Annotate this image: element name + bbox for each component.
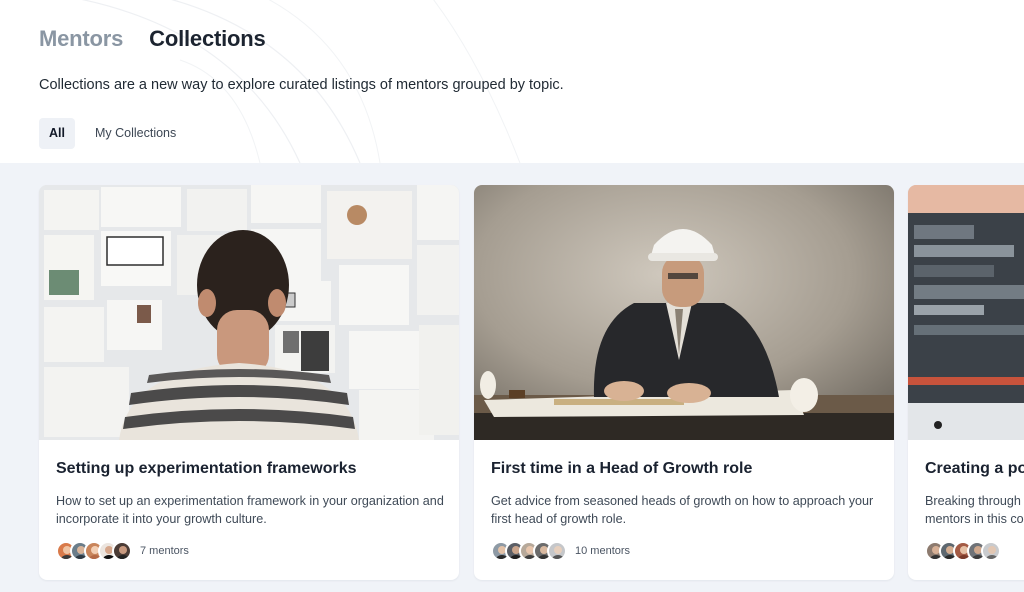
collection-description: Breaking through mentors in this co <box>925 494 1024 526</box>
collection-image <box>474 185 894 440</box>
filter-all[interactable]: All <box>39 118 75 149</box>
mentor-count: 10 mentors <box>575 545 631 557</box>
collection-description: Get advice from seasoned heads of growth… <box>491 494 874 526</box>
collection-card[interactable]: Creating a po Breaking through mentors i… <box>908 185 1024 580</box>
collection-card[interactable]: First time in a Head of Growth role Get … <box>474 185 894 580</box>
collection-image <box>908 185 1024 440</box>
mentor-avatars <box>925 541 1001 561</box>
avatar <box>981 541 1001 561</box>
collection-description: How to set up an experimentation framewo… <box>56 494 444 526</box>
collection-title: Creating a po <box>925 460 1024 477</box>
collection-filters: All My Collections <box>39 118 186 149</box>
collection-mentors <box>925 541 1009 561</box>
collection-title: Setting up experimentation frameworks <box>56 460 357 477</box>
collection-title: First time in a Head of Growth role <box>491 460 753 477</box>
page-subtitle: Collections are a new way to explore cur… <box>39 77 564 93</box>
tab-collections[interactable]: Collections <box>149 26 266 52</box>
mentor-count: 7 mentors <box>140 545 189 557</box>
collections-gallery: Setting up experimentation frameworks Ho… <box>0 163 1024 592</box>
collection-card[interactable]: Setting up experimentation frameworks Ho… <box>39 185 459 580</box>
avatar <box>547 541 567 561</box>
tab-mentors[interactable]: Mentors <box>39 26 123 52</box>
page-header: Mentors Collections Collections are a ne… <box>0 0 1024 163</box>
filter-my-collections[interactable]: My Collections <box>85 118 186 149</box>
section-tabs: Mentors Collections <box>39 26 266 52</box>
collection-image <box>39 185 459 440</box>
mentor-avatars <box>491 541 567 561</box>
collection-mentors: 10 mentors <box>491 541 630 561</box>
avatar <box>112 541 132 561</box>
mentor-avatars <box>56 541 132 561</box>
collection-mentors: 7 mentors <box>56 541 189 561</box>
